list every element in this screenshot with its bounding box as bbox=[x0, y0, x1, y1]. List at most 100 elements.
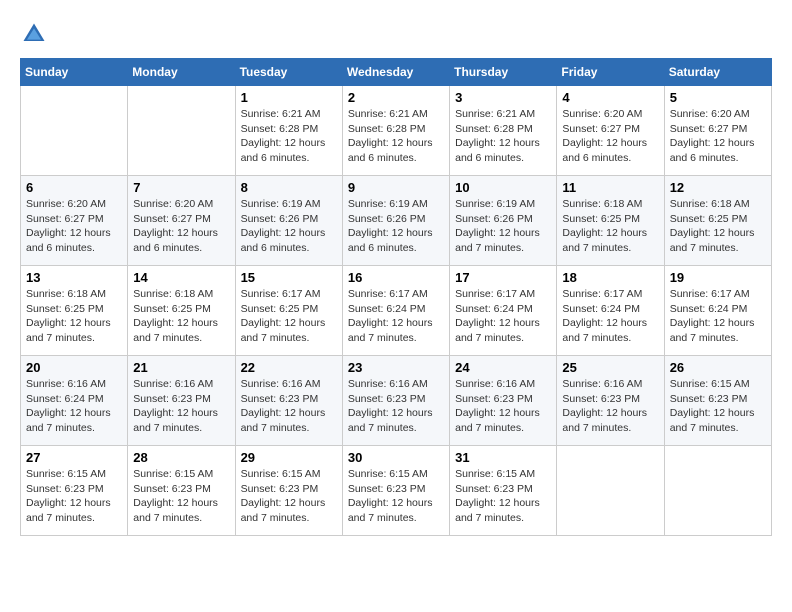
day-info: Sunrise: 6:15 AMSunset: 6:23 PMDaylight:… bbox=[133, 467, 229, 526]
day-info: Sunrise: 6:19 AMSunset: 6:26 PMDaylight:… bbox=[348, 197, 444, 256]
logo-icon bbox=[20, 20, 48, 48]
day-number: 2 bbox=[348, 90, 444, 105]
calendar-cell: 8 Sunrise: 6:19 AMSunset: 6:26 PMDaylight… bbox=[235, 176, 342, 266]
day-info: Sunrise: 6:16 AMSunset: 6:23 PMDaylight:… bbox=[455, 377, 551, 436]
day-number: 23 bbox=[348, 360, 444, 375]
day-info: Sunrise: 6:18 AMSunset: 6:25 PMDaylight:… bbox=[133, 287, 229, 346]
calendar-cell bbox=[21, 86, 128, 176]
day-info: Sunrise: 6:17 AMSunset: 6:25 PMDaylight:… bbox=[241, 287, 337, 346]
day-info: Sunrise: 6:15 AMSunset: 6:23 PMDaylight:… bbox=[26, 467, 122, 526]
calendar-cell: 25Sunrise: 6:16 AMSunset: 6:23 PMDayligh… bbox=[557, 356, 664, 446]
day-info: Sunrise: 6:21 AMSunset: 6:28 PMDaylight:… bbox=[455, 107, 551, 166]
day-number: 4 bbox=[562, 90, 658, 105]
calendar-week-3: 13 Sunrise: 6:18 AMSunset: 6:25 PMDayligh… bbox=[21, 266, 772, 356]
day-number: 5 bbox=[670, 90, 766, 105]
day-number: 13 bbox=[26, 270, 122, 285]
calendar-cell: 27 Sunrise: 6:15 AMSunset: 6:23 PMDayligh… bbox=[21, 446, 128, 536]
day-number: 21 bbox=[133, 360, 229, 375]
calendar-cell: 7 Sunrise: 6:20 AMSunset: 6:27 PMDaylight… bbox=[128, 176, 235, 266]
calendar-cell: 13 Sunrise: 6:18 AMSunset: 6:25 PMDayligh… bbox=[21, 266, 128, 356]
day-header-wednesday: Wednesday bbox=[342, 59, 449, 86]
day-info: Sunrise: 6:16 AMSunset: 6:23 PMDaylight:… bbox=[348, 377, 444, 436]
day-number: 16 bbox=[348, 270, 444, 285]
day-header-thursday: Thursday bbox=[450, 59, 557, 86]
day-info: Sunrise: 6:19 AMSunset: 6:26 PMDaylight:… bbox=[455, 197, 551, 256]
day-number: 29 bbox=[241, 450, 337, 465]
day-header-saturday: Saturday bbox=[664, 59, 771, 86]
calendar-week-1: 1 Sunrise: 6:21 AMSunset: 6:28 PMDaylight… bbox=[21, 86, 772, 176]
calendar-cell: 24 Sunrise: 6:16 AMSunset: 6:23 PMDayligh… bbox=[450, 356, 557, 446]
day-number: 17 bbox=[455, 270, 551, 285]
day-number: 8 bbox=[241, 180, 337, 195]
calendar-cell: 31Sunrise: 6:15 AMSunset: 6:23 PMDayligh… bbox=[450, 446, 557, 536]
day-number: 20 bbox=[26, 360, 122, 375]
day-info: Sunrise: 6:20 AMSunset: 6:27 PMDaylight:… bbox=[26, 197, 122, 256]
calendar-cell: 14 Sunrise: 6:18 AMSunset: 6:25 PMDayligh… bbox=[128, 266, 235, 356]
day-number: 25 bbox=[562, 360, 658, 375]
day-number: 3 bbox=[455, 90, 551, 105]
calendar-cell: 29 Sunrise: 6:15 AMSunset: 6:23 PMDayligh… bbox=[235, 446, 342, 536]
calendar-cell: 28 Sunrise: 6:15 AMSunset: 6:23 PMDayligh… bbox=[128, 446, 235, 536]
calendar-cell: 3 Sunrise: 6:21 AMSunset: 6:28 PMDaylight… bbox=[450, 86, 557, 176]
day-info: Sunrise: 6:15 AMSunset: 6:23 PMDaylight:… bbox=[455, 467, 551, 526]
calendar-cell: 12 Sunrise: 6:18 AMSunset: 6:25 PMDayligh… bbox=[664, 176, 771, 266]
day-number: 10 bbox=[455, 180, 551, 195]
calendar-cell: 16 Sunrise: 6:17 AMSunset: 6:24 PMDayligh… bbox=[342, 266, 449, 356]
calendar-cell: 6 Sunrise: 6:20 AMSunset: 6:27 PMDaylight… bbox=[21, 176, 128, 266]
day-number: 22 bbox=[241, 360, 337, 375]
calendar-cell bbox=[664, 446, 771, 536]
calendar-cell: 9Sunrise: 6:19 AMSunset: 6:26 PMDaylight… bbox=[342, 176, 449, 266]
day-info: Sunrise: 6:20 AMSunset: 6:27 PMDaylight:… bbox=[562, 107, 658, 166]
day-number: 30 bbox=[348, 450, 444, 465]
calendar-cell bbox=[128, 86, 235, 176]
day-info: Sunrise: 6:19 AMSunset: 6:26 PMDaylight:… bbox=[241, 197, 337, 256]
day-info: Sunrise: 6:18 AMSunset: 6:25 PMDaylight:… bbox=[562, 197, 658, 256]
day-number: 26 bbox=[670, 360, 766, 375]
page-header bbox=[20, 20, 772, 48]
day-header-monday: Monday bbox=[128, 59, 235, 86]
day-info: Sunrise: 6:20 AMSunset: 6:27 PMDaylight:… bbox=[670, 107, 766, 166]
day-info: Sunrise: 6:18 AMSunset: 6:25 PMDaylight:… bbox=[670, 197, 766, 256]
day-info: Sunrise: 6:20 AMSunset: 6:27 PMDaylight:… bbox=[133, 197, 229, 256]
day-number: 7 bbox=[133, 180, 229, 195]
day-info: Sunrise: 6:16 AMSunset: 6:24 PMDaylight:… bbox=[26, 377, 122, 436]
day-number: 6 bbox=[26, 180, 122, 195]
day-number: 14 bbox=[133, 270, 229, 285]
day-number: 12 bbox=[670, 180, 766, 195]
calendar-week-5: 27 Sunrise: 6:15 AMSunset: 6:23 PMDayligh… bbox=[21, 446, 772, 536]
calendar-cell: 4 Sunrise: 6:20 AMSunset: 6:27 PMDaylight… bbox=[557, 86, 664, 176]
day-info: Sunrise: 6:17 AMSunset: 6:24 PMDaylight:… bbox=[670, 287, 766, 346]
calendar-cell: 11 Sunrise: 6:18 AMSunset: 6:25 PMDayligh… bbox=[557, 176, 664, 266]
day-info: Sunrise: 6:16 AMSunset: 6:23 PMDaylight:… bbox=[133, 377, 229, 436]
day-number: 18 bbox=[562, 270, 658, 285]
day-number: 27 bbox=[26, 450, 122, 465]
day-info: Sunrise: 6:18 AMSunset: 6:25 PMDaylight:… bbox=[26, 287, 122, 346]
calendar-cell: 30 Sunrise: 6:15 AMSunset: 6:23 PMDayligh… bbox=[342, 446, 449, 536]
calendar-cell: 18 Sunrise: 6:17 AMSunset: 6:24 PMDayligh… bbox=[557, 266, 664, 356]
day-info: Sunrise: 6:17 AMSunset: 6:24 PMDaylight:… bbox=[348, 287, 444, 346]
day-info: Sunrise: 6:15 AMSunset: 6:23 PMDaylight:… bbox=[348, 467, 444, 526]
day-info: Sunrise: 6:17 AMSunset: 6:24 PMDaylight:… bbox=[455, 287, 551, 346]
calendar-header-row: SundayMondayTuesdayWednesdayThursdayFrid… bbox=[21, 59, 772, 86]
calendar-cell: 2 Sunrise: 6:21 AMSunset: 6:28 PMDaylight… bbox=[342, 86, 449, 176]
logo bbox=[20, 20, 52, 48]
calendar-week-2: 6 Sunrise: 6:20 AMSunset: 6:27 PMDaylight… bbox=[21, 176, 772, 266]
day-number: 1 bbox=[241, 90, 337, 105]
day-info: Sunrise: 6:17 AMSunset: 6:24 PMDaylight:… bbox=[562, 287, 658, 346]
day-info: Sunrise: 6:15 AMSunset: 6:23 PMDaylight:… bbox=[670, 377, 766, 436]
day-number: 11 bbox=[562, 180, 658, 195]
calendar-cell bbox=[557, 446, 664, 536]
calendar-cell: 21 Sunrise: 6:16 AMSunset: 6:23 PMDayligh… bbox=[128, 356, 235, 446]
day-number: 19 bbox=[670, 270, 766, 285]
day-info: Sunrise: 6:15 AMSunset: 6:23 PMDaylight:… bbox=[241, 467, 337, 526]
calendar-table: SundayMondayTuesdayWednesdayThursdayFrid… bbox=[20, 58, 772, 536]
calendar-cell: 22 Sunrise: 6:16 AMSunset: 6:23 PMDayligh… bbox=[235, 356, 342, 446]
day-number: 24 bbox=[455, 360, 551, 375]
calendar-cell: 26 Sunrise: 6:15 AMSunset: 6:23 PMDayligh… bbox=[664, 356, 771, 446]
day-info: Sunrise: 6:16 AMSunset: 6:23 PMDaylight:… bbox=[241, 377, 337, 436]
day-number: 15 bbox=[241, 270, 337, 285]
calendar-cell: 15 Sunrise: 6:17 AMSunset: 6:25 PMDayligh… bbox=[235, 266, 342, 356]
calendar-week-4: 20 Sunrise: 6:16 AMSunset: 6:24 PMDayligh… bbox=[21, 356, 772, 446]
day-info: Sunrise: 6:21 AMSunset: 6:28 PMDaylight:… bbox=[348, 107, 444, 166]
day-number: 28 bbox=[133, 450, 229, 465]
